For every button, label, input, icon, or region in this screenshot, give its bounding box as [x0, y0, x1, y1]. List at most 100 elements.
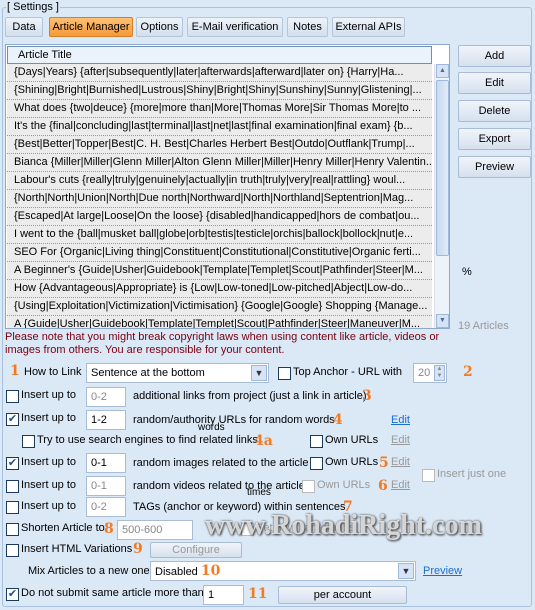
step-number: 8: [104, 521, 114, 537]
videos-count-input[interactable]: 0-1: [86, 476, 126, 496]
own-urls-edit-link[interactable]: Edit: [391, 434, 410, 446]
insert-up-to-label: Insert up to: [21, 479, 77, 491]
step-number: 1: [10, 363, 20, 379]
table-row[interactable]: {North|North|Union|North|Due north|North…: [7, 190, 432, 208]
tags-count-input[interactable]: 0-2: [86, 497, 126, 517]
top-anchor-value: 20: [418, 367, 431, 379]
table-row[interactable]: {Escaped|At large|Loose|On the loose} {d…: [7, 208, 432, 226]
search-engines-checkbox[interactable]: [22, 435, 35, 448]
new-paragraphs-checkbox[interactable]: [241, 523, 254, 536]
html-variations-checkbox[interactable]: [6, 544, 19, 557]
table-row[interactable]: It's the {final|concluding|last|terminal…: [7, 118, 432, 136]
insert-just-one-checkbox[interactable]: [422, 469, 435, 482]
export-button[interactable]: Export: [458, 128, 531, 150]
table-row[interactable]: Bianca {Miller|Miller|Glenn Miller|Alton…: [7, 154, 432, 172]
how-to-link-value: Sentence at the bottom: [91, 367, 205, 379]
tab-data[interactable]: Data: [5, 17, 43, 37]
table-row[interactable]: I went to the {ball|musket ball|globe|or…: [7, 226, 432, 244]
table-row[interactable]: {Shining|Bright|Burnished|Lustrous|Shiny…: [7, 82, 432, 100]
scroll-up-icon[interactable]: ▲: [436, 64, 449, 78]
table-row[interactable]: {Using|Exploitation|Victimization|Victim…: [7, 298, 432, 316]
step-number: 4: [333, 412, 343, 428]
urls-text: random/authority URLs for random words: [133, 414, 335, 426]
images-count-input[interactable]: 0-1: [86, 453, 126, 473]
insert-just-one-label: Insert just one: [437, 468, 507, 480]
tab-article-manager[interactable]: Article Manager: [49, 17, 133, 37]
per-account-button[interactable]: per account: [278, 586, 407, 604]
step-number: 9: [133, 541, 143, 557]
article-count: 19 Articles: [458, 320, 509, 332]
shorten-article-label: Shorten Article to: [21, 522, 105, 534]
new-paragraphs-label: Set new paragraphs: [256, 522, 355, 534]
step-number: 5: [379, 455, 389, 471]
own-urls-label: Own URLs: [325, 434, 379, 446]
insert-images-checkbox[interactable]: ✔: [6, 457, 19, 470]
videos-own-urls-checkbox[interactable]: [302, 480, 315, 493]
configure-button[interactable]: Configure: [150, 542, 242, 558]
preview-button[interactable]: Preview: [458, 156, 531, 178]
table-row[interactable]: {Best|Better|Topper|Best|C. H. Best|Char…: [7, 136, 432, 154]
own-urls-label: Own URLs: [325, 456, 379, 468]
own-urls-checkbox[interactable]: [310, 435, 323, 448]
mix-articles-select[interactable]: Disabled 10 ▼: [150, 561, 416, 581]
images-edit-link[interactable]: Edit: [391, 456, 410, 468]
search-engines-label: Try to use search engines to find relate…: [37, 434, 258, 446]
tab-notes[interactable]: Notes: [287, 17, 328, 37]
tab-options[interactable]: Options: [136, 17, 183, 37]
videos-text: random videos related to the article: [133, 480, 305, 492]
tags-text: TAGs (anchor or keyword) within sentence…: [133, 501, 346, 513]
no-resubmit-count-input[interactable]: 1: [203, 585, 244, 605]
mix-articles-value: Disabled: [155, 566, 198, 578]
list-scrollbar[interactable]: ▲ ▼: [434, 64, 449, 328]
step-number: 2: [463, 364, 473, 380]
insert-tags-checkbox[interactable]: [6, 501, 19, 514]
insert-up-to-label: Insert up to: [21, 500, 77, 512]
table-row[interactable]: A Beginner's {Guide|Usher|Guidebook|Temp…: [7, 262, 432, 280]
urls-edit-link[interactable]: Edit: [391, 414, 410, 426]
chevron-down-icon[interactable]: ▼: [251, 365, 267, 381]
insert-urls-checkbox[interactable]: ✔: [6, 413, 19, 426]
add-button[interactable]: Add: [458, 45, 531, 67]
links-count-input[interactable]: 0-2: [86, 387, 126, 407]
step-number: 4a: [254, 433, 273, 449]
images-own-urls-checkbox[interactable]: [310, 457, 323, 470]
step-number: 7: [343, 499, 353, 515]
scroll-down-icon[interactable]: ▼: [436, 314, 449, 328]
images-text: random images related to the article: [133, 457, 309, 469]
own-urls-label: Own URLs: [317, 479, 371, 491]
insert-up-to-label: Insert up to: [21, 456, 77, 468]
shorten-article-checkbox[interactable]: [6, 523, 19, 536]
no-resubmit-checkbox[interactable]: ✔: [6, 588, 19, 601]
spin-arrows-icon[interactable]: ▲ ▼: [434, 365, 445, 381]
times-label: times: [247, 487, 271, 498]
table-row[interactable]: What does {two|deuce} {more|more than|Mo…: [7, 100, 432, 118]
table-row[interactable]: A {Guide|Usher|Guidebook|Template|Temple…: [7, 316, 432, 328]
column-header-article-title[interactable]: Article Title: [7, 46, 432, 64]
delete-button[interactable]: Delete: [458, 100, 531, 122]
chevron-down-icon[interactable]: ▼: [398, 563, 414, 579]
videos-edit-link[interactable]: Edit: [391, 479, 410, 491]
tab-external-apis[interactable]: External APIs: [332, 17, 405, 37]
scroll-thumb[interactable]: [436, 80, 449, 256]
no-resubmit-label: Do not submit same article more than: [21, 587, 204, 599]
insert-up-to-label: Insert up to: [21, 389, 77, 401]
tab-email-verification[interactable]: E-Mail verification: [187, 17, 283, 37]
top-anchor-checkbox[interactable]: [278, 367, 291, 380]
how-to-link-select[interactable]: Sentence at the bottom ▼: [86, 363, 269, 383]
edit-button[interactable]: Edit: [458, 72, 531, 94]
top-anchor-label: Top Anchor - URL with: [293, 366, 403, 378]
shorten-length-input[interactable]: 500-600: [117, 520, 193, 540]
mix-preview-link[interactable]: Preview: [423, 565, 462, 577]
table-row[interactable]: Labour's cuts {really|truly|genuinely|ac…: [7, 172, 432, 190]
table-row[interactable]: How {Advantageous|Appropriate} is {Low|L…: [7, 280, 432, 298]
percent-label: %: [462, 266, 472, 278]
table-row[interactable]: SEO For {Organic|Living thing|Constituen…: [7, 244, 432, 262]
table-row[interactable]: {Days|Years} {after|subsequently|later|a…: [7, 64, 432, 82]
article-list[interactable]: Article Title {Days|Years} {after|subseq…: [5, 44, 450, 329]
step-number: 3: [362, 388, 372, 404]
top-anchor-spinner[interactable]: 20 ▲ ▼: [413, 363, 447, 383]
insert-videos-checkbox[interactable]: [6, 480, 19, 493]
insert-links-checkbox[interactable]: [6, 390, 19, 403]
settings-legend: [ Settings ]: [6, 1, 60, 13]
urls-count-input[interactable]: 1-2: [86, 410, 126, 430]
